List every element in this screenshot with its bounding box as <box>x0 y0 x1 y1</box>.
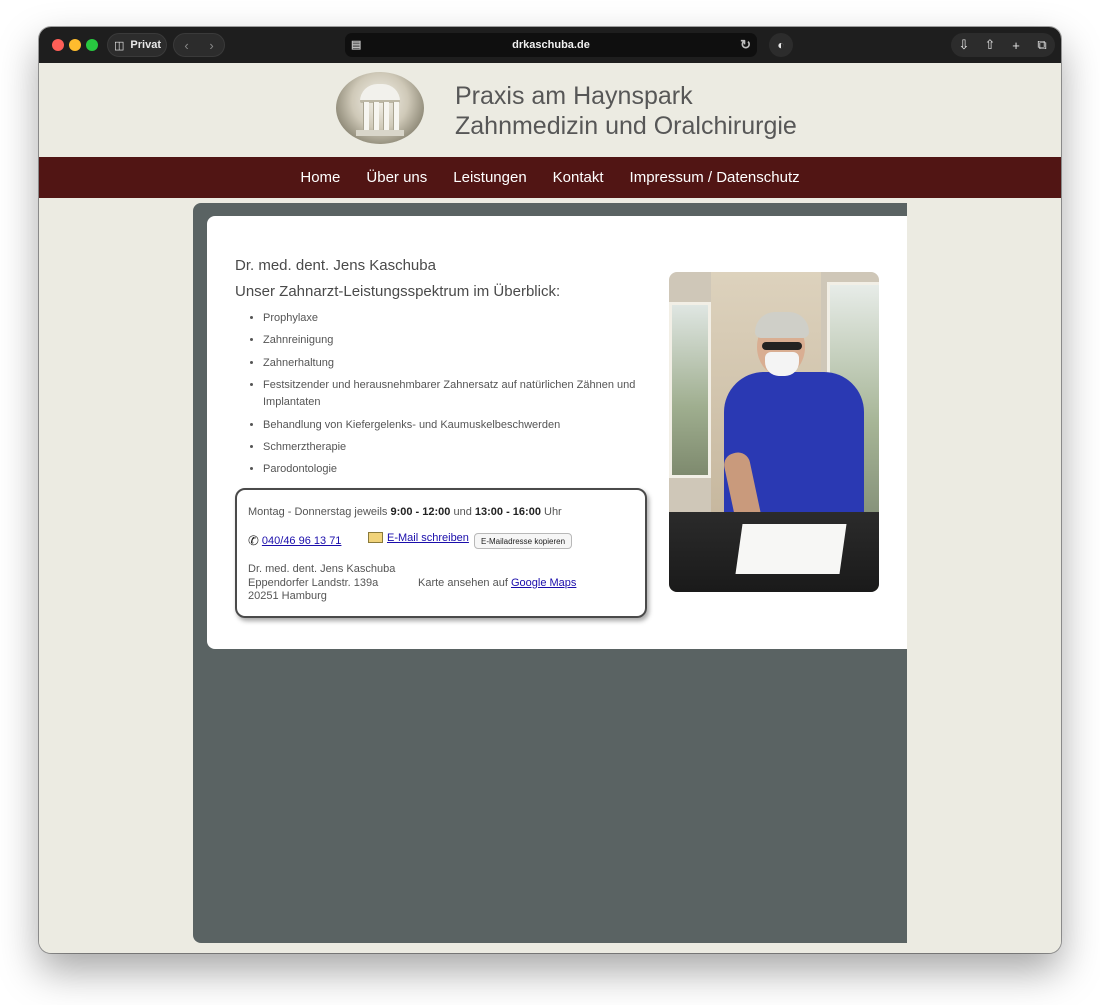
maps-prefix: Karte ansehen auf <box>418 577 508 589</box>
practice-logo <box>336 72 424 144</box>
nav-home[interactable]: Home <box>300 169 340 186</box>
maps-row: Karte ansehen auf Google Maps <box>418 577 576 589</box>
services-list: Prophylaxe Zahnreinigung Zahnerhaltung F… <box>235 310 663 484</box>
sidebar-icon: ◫ <box>114 39 125 52</box>
nav-leistungen[interactable]: Leistungen <box>453 169 526 186</box>
opening-hours: Montag - Donnerstag jeweils 9:00 - 12:00… <box>248 506 562 518</box>
phone-row: ✆ 040/46 96 13 71 <box>248 533 341 549</box>
web-page: Praxis am Haynspark Zahnmedizin und Oral… <box>39 63 1061 953</box>
forward-icon[interactable]: › <box>209 38 213 53</box>
list-item: Parodontologie <box>263 461 663 478</box>
address-name: Dr. med. dent. Jens Kaschuba <box>248 563 396 575</box>
list-item: Zahnreinigung <box>263 332 663 349</box>
site-title-line1: Praxis am Haynspark <box>455 82 693 110</box>
envelope-icon <box>368 531 383 543</box>
minimize-window-button[interactable] <box>69 39 81 51</box>
doctor-photo <box>669 272 879 592</box>
address-street: Eppendorfer Landstr. 139a <box>248 576 379 589</box>
hours-suffix: Uhr <box>544 506 562 518</box>
services-heading: Unser Zahnarzt-Leistungsspektrum im Über… <box>235 283 561 300</box>
zoom-window-button[interactable] <box>86 39 98 51</box>
hours-and: und <box>453 506 472 518</box>
site-title: Praxis am Haynspark Zahnmedizin und Oral… <box>455 81 797 141</box>
address-city: 20251 Hamburg <box>248 590 327 602</box>
phone-icon: ✆ <box>248 533 259 548</box>
email-row: E-Mail schreiben <box>368 531 469 544</box>
email-link[interactable]: E-Mail schreiben <box>387 532 469 544</box>
list-item: Behandlung von Kiefergelenks- und Kaumus… <box>263 417 663 434</box>
copy-email-button[interactable]: E-Mailadresse kopieren <box>474 533 573 549</box>
private-sidebar-button[interactable]: ◫ Privat <box>107 33 167 57</box>
close-window-button[interactable] <box>52 39 64 51</box>
share-icon[interactable]: ⇧ <box>981 37 999 53</box>
history-nav: ‹ › <box>173 33 225 57</box>
privacy-shield-icon[interactable]: ◐ <box>769 33 793 57</box>
download-icon[interactable]: ⇩ <box>955 37 973 53</box>
hours-afternoon: 13:00 - 16:00 <box>474 506 541 518</box>
contact-box: Montag - Donnerstag jeweils 9:00 - 12:00… <box>235 488 647 618</box>
google-maps-link[interactable]: Google Maps <box>511 577 576 589</box>
hours-prefix: Montag - Donnerstag jeweils <box>248 506 388 518</box>
list-item: Festsitzender und herausnehmbarer Zahner… <box>263 377 663 411</box>
content-card: Dr. med. dent. Jens Kaschuba Unser Zahna… <box>207 216 907 649</box>
reload-icon[interactable]: ↻ <box>740 37 751 53</box>
list-item: Zahnerhaltung <box>263 355 663 372</box>
browser-window: ◫ Privat ‹ › ▤ drkaschuba.de ↻ ◐ ⇩ ⇧ + ⧉… <box>39 27 1061 953</box>
phone-link[interactable]: 040/46 96 13 71 <box>262 535 342 547</box>
browser-toolbar: ◫ Privat ‹ › ▤ drkaschuba.de ↻ ◐ ⇩ ⇧ + ⧉ <box>39 27 1061 63</box>
postal-address: Dr. med. dent. Jens Kaschuba Eppendorfer… <box>248 563 395 604</box>
url-text: drkaschuba.de <box>512 39 590 51</box>
nav-ueber-uns[interactable]: Über uns <box>366 169 427 186</box>
main-nav: Home Über uns Leistungen Kontakt Impress… <box>39 157 1061 198</box>
toolbar-actions: ⇩ ⇧ + ⧉ <box>951 33 1055 57</box>
doctor-name: Dr. med. dent. Jens Kaschuba <box>235 257 436 274</box>
private-label: Privat <box>130 39 161 51</box>
back-icon[interactable]: ‹ <box>184 38 188 53</box>
nav-impressum[interactable]: Impressum / Datenschutz <box>630 169 800 186</box>
nav-kontakt[interactable]: Kontakt <box>553 169 604 186</box>
tab-overview-icon[interactable]: ⧉ <box>1033 37 1051 53</box>
list-item: Schmerztherapie <box>263 439 663 456</box>
address-bar[interactable]: ▤ drkaschuba.de ↻ <box>345 33 757 57</box>
site-title-line2: Zahnmedizin und Oralchirurgie <box>455 112 797 140</box>
page-menu-icon[interactable]: ▤ <box>351 38 361 51</box>
list-item: Prophylaxe <box>263 310 663 327</box>
hours-morning: 9:00 - 12:00 <box>390 506 451 518</box>
new-tab-icon[interactable]: + <box>1007 38 1025 53</box>
